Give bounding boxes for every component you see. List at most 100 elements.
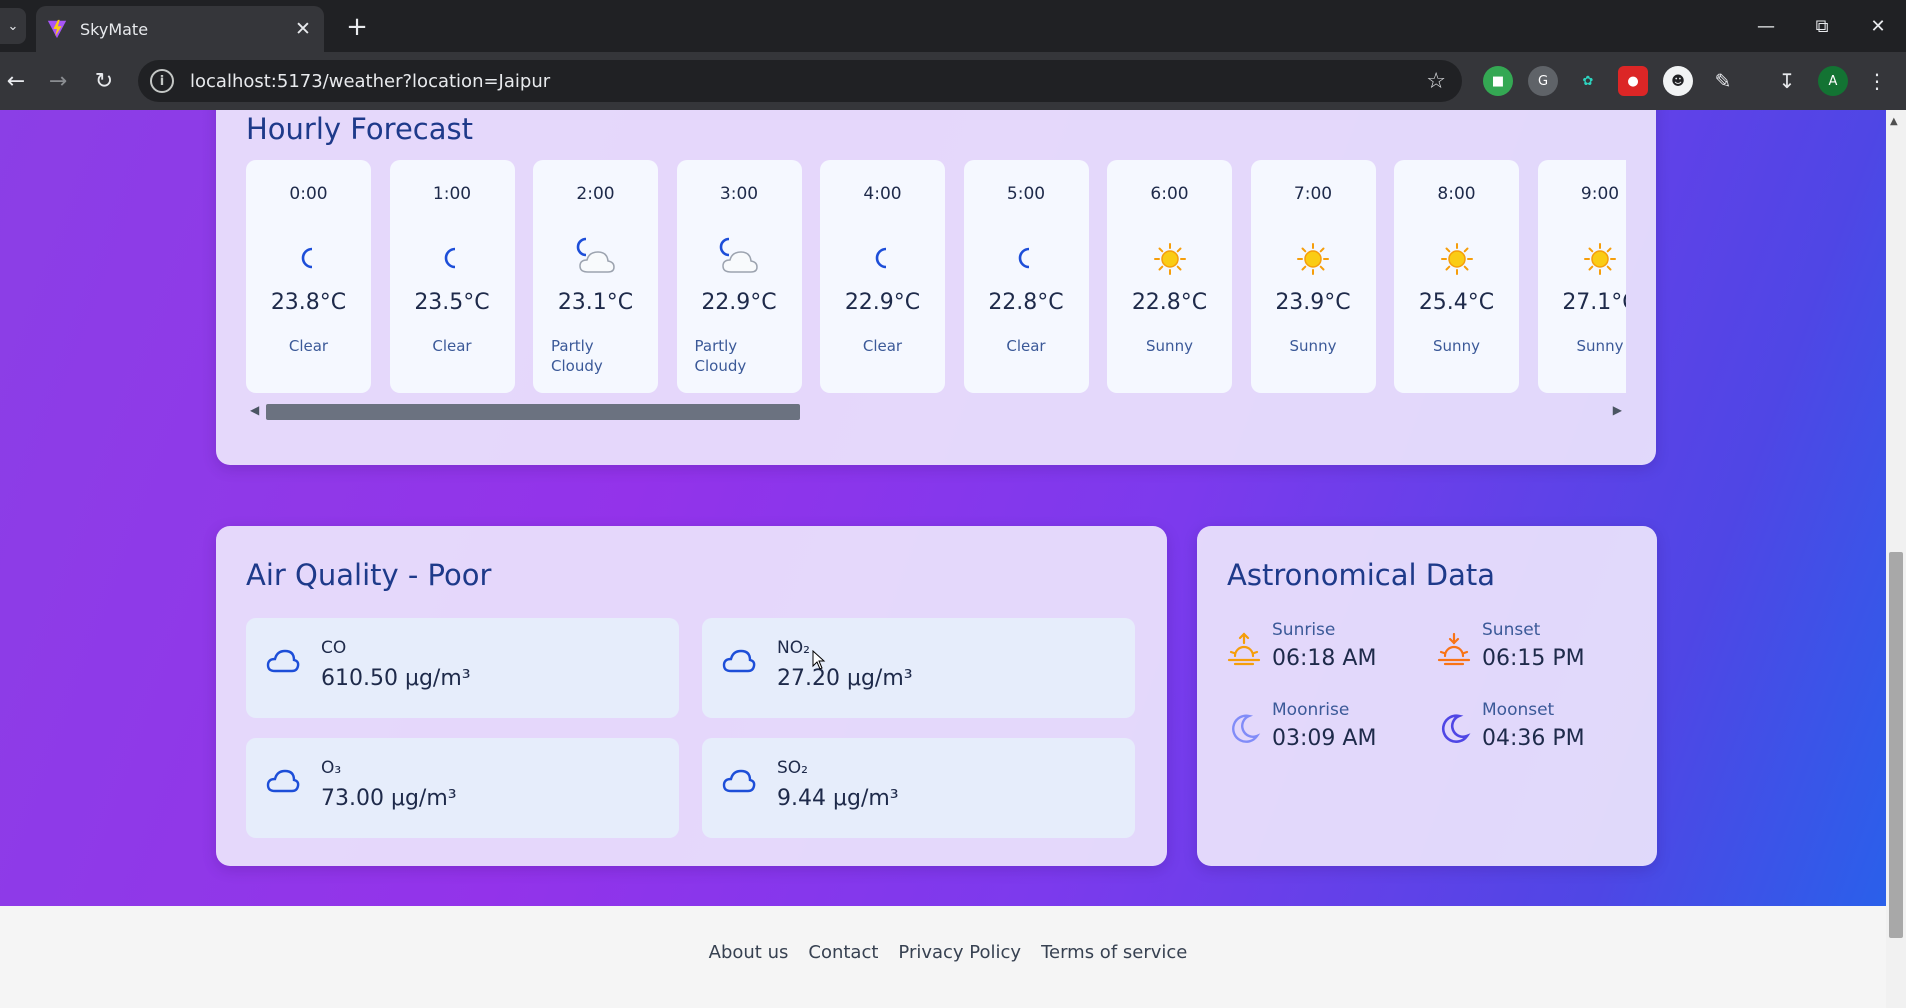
astro-value: 06:15 PM (1482, 646, 1585, 671)
astro-item-moonset: Moonset 04:36 PM (1437, 700, 1637, 760)
aq-item-o3: O₃ 73.00 μg/m³ (246, 738, 679, 838)
mouse-cursor-icon (812, 650, 826, 670)
page-vertical-scrollbar[interactable]: ▲ (1886, 110, 1906, 1008)
hour-time: 1:00 (432, 184, 472, 204)
hour-condition: Sunny (1433, 337, 1480, 355)
hour-card: 2:00 23.1°C Partly Cloudy (533, 160, 658, 393)
sun-icon (1394, 242, 1519, 286)
hour-condition: Clear (1006, 337, 1046, 355)
hour-card: 4:00 22.9°C Clear (820, 160, 945, 393)
moon-icon (820, 246, 945, 290)
moon-icon (964, 246, 1089, 290)
hour-time: 7:00 (1293, 184, 1333, 204)
astro-label: Sunset (1482, 620, 1541, 640)
footer-link-about[interactable]: About us (709, 942, 789, 963)
tab-search-icon[interactable]: ⌄ (0, 8, 26, 44)
hour-temperature: 22.9°C (844, 290, 921, 315)
aq-value: 9.44 μg/m³ (777, 786, 899, 811)
hour-card: 5:00 22.8°C Clear (963, 160, 1089, 393)
aq-item-so2: SO₂ 9.44 μg/m³ (702, 738, 1135, 838)
page-footer: About us Contact Privacy Policy Terms of… (0, 906, 1886, 1008)
hourly-forecast-card: Hourly Forecast 0:00 23.8°C Clear 1:00 23.5°… (216, 110, 1656, 465)
new-tab-button[interactable]: + (340, 10, 374, 44)
astro-value: 04:36 PM (1482, 726, 1585, 751)
hour-temperature: 23.9°C (1275, 290, 1351, 315)
window-close-icon[interactable]: ✕ (1850, 0, 1906, 52)
footer-link-privacy[interactable]: Privacy Policy (898, 942, 1021, 963)
hourly-horizontal-scrollbar[interactable]: ◀ ▶ (246, 402, 1626, 420)
url-text[interactable]: localhost:5173/weather?location=Jaipur (190, 71, 1426, 92)
hour-time: 9:00 (1580, 184, 1620, 204)
hour-condition: Sunny (1289, 337, 1337, 355)
moon-icon (246, 246, 371, 290)
hour-condition: Partly Cloudy (694, 337, 747, 375)
downloads-icon[interactable]: ↧ (1772, 66, 1802, 96)
scrollbar-thumb[interactable] (266, 404, 800, 420)
astro-item-moonrise: Moonrise 03:09 AM (1227, 700, 1427, 760)
aq-value: 73.00 μg/m³ (321, 786, 457, 811)
aq-item-co: CO 610.50 μg/m³ (246, 618, 679, 718)
hour-condition: Clear (862, 337, 903, 355)
chrome-menu-icon[interactable]: ⋮ (1862, 66, 1892, 96)
scroll-up-arrow-icon[interactable]: ▲ (1890, 116, 1898, 127)
address-bar[interactable]: i localhost:5173/weather?location=Jaipur… (138, 60, 1462, 102)
hour-temperature: 22.9°C (701, 290, 777, 315)
hour-card: 6:00 22.8°C Sunny (1107, 160, 1232, 393)
aq-value: 610.50 μg/m³ (321, 666, 471, 691)
extension-1-icon[interactable]: ■ (1483, 66, 1513, 96)
minimize-icon[interactable]: — (1738, 0, 1794, 52)
hourly-forecast-list[interactable]: 0:00 23.8°C Clear 1:00 23.5°C Clear 2:00 23.1°C… (246, 160, 1626, 398)
aq-value: 27.20 μg/m³ (777, 666, 913, 691)
footer-links: About us Contact Privacy Policy Terms of… (0, 942, 1886, 963)
page-scrollbar-thumb[interactable] (1889, 552, 1903, 938)
page-viewport: Hourly Forecast 0:00 23.8°C Clear 1:00 23.5°… (0, 110, 1886, 1008)
hour-temperature: 23.1°C (557, 290, 634, 315)
back-icon[interactable]: ← (0, 65, 32, 97)
extensions-puzzle-icon[interactable]: ✎ (1708, 66, 1738, 96)
scroll-left-arrow-icon[interactable]: ◀ (250, 403, 259, 417)
extension-red-icon[interactable]: ● (1618, 66, 1648, 96)
moonrise-icon (1232, 714, 1261, 743)
sun-icon (1107, 242, 1232, 286)
partly-cloudy-night-icon (677, 236, 802, 280)
sun-icon (1538, 242, 1627, 286)
astro-item-sunset: Sunset 06:15 PM (1437, 620, 1637, 680)
hour-temperature: 23.5°C (414, 290, 490, 315)
tab-close-icon[interactable]: ✕ (292, 18, 314, 40)
hour-condition: Sunny (1146, 337, 1193, 355)
astronomical-data-title: Astronomical Data (1227, 558, 1496, 592)
tab-title: SkyMate (80, 19, 149, 39)
hour-time: 8:00 (1437, 184, 1476, 204)
cloud-icon (266, 769, 300, 793)
bookmark-star-icon[interactable]: ☆ (1426, 69, 1446, 94)
extension-avatar-icon[interactable]: ☻ (1663, 66, 1693, 96)
astronomical-data-card: Astronomical Data Sunrise 06:18 AM Sunse… (1197, 526, 1657, 866)
site-info-icon[interactable]: i (150, 69, 174, 93)
hour-time: 5:00 (1006, 184, 1046, 204)
reload-icon[interactable]: ↻ (88, 65, 120, 97)
astro-label: Moonrise (1272, 700, 1350, 720)
astro-label: Moonset (1482, 700, 1555, 720)
aq-label: O₃ (321, 758, 342, 778)
astro-value: 03:09 AM (1272, 726, 1377, 751)
profile-avatar[interactable]: A (1818, 66, 1848, 96)
hour-temperature: 22.8°C (1131, 290, 1208, 315)
footer-link-terms[interactable]: Terms of service (1041, 942, 1187, 963)
partly-cloudy-night-icon (533, 236, 658, 280)
aq-label: NO₂ (777, 638, 810, 658)
browser-tab-skymate[interactable]: SkyMate ✕ (36, 6, 324, 52)
footer-link-contact[interactable]: Contact (808, 942, 878, 963)
hourly-forecast-title: Hourly Forecast (246, 112, 474, 146)
hour-temperature: 27.1°C (1562, 290, 1626, 315)
astro-label: Sunrise (1272, 620, 1336, 640)
cloud-icon (266, 649, 300, 673)
grammarly-extension-icon[interactable]: G (1528, 66, 1558, 96)
aq-label: CO (321, 638, 347, 658)
restore-icon[interactable]: ⧉ (1794, 0, 1850, 52)
aq-label: SO₂ (777, 758, 808, 778)
scroll-right-arrow-icon[interactable]: ▶ (1613, 403, 1622, 417)
extension-leaf-icon[interactable]: ✿ (1573, 66, 1603, 96)
forward-icon[interactable]: → (42, 65, 74, 97)
hour-time: 3:00 (719, 184, 759, 204)
hour-time: 6:00 (1150, 184, 1189, 204)
